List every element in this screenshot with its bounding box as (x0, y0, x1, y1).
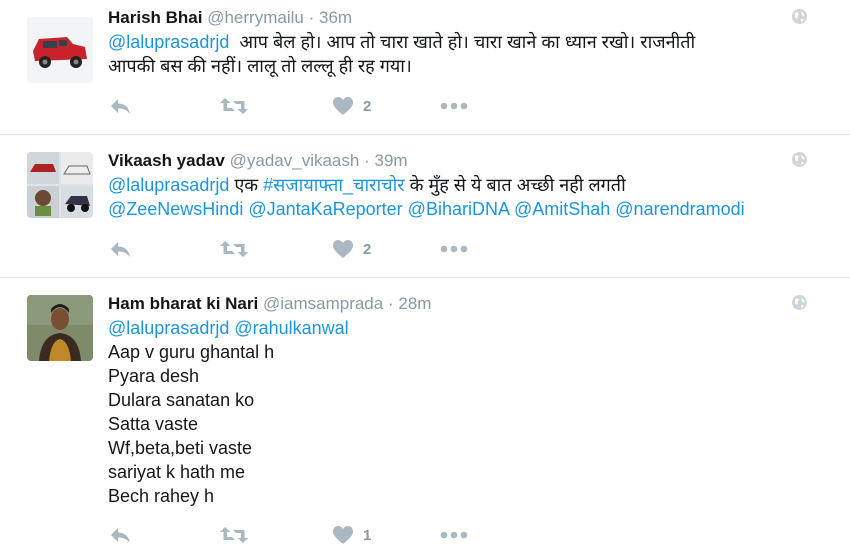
reply-button[interactable] (108, 95, 132, 117)
username[interactable]: @herrymailu (207, 8, 304, 27)
mention-link[interactable]: @laluprasadrjd @rahulkanwal (108, 318, 349, 338)
tweet-text-line: Pyara desh (108, 364, 349, 388)
reply-button[interactable] (108, 524, 132, 546)
mention-link[interactable]: #सजायाफ्ता_चाराचोर (263, 175, 405, 195)
like-button[interactable]: 2 (332, 95, 371, 117)
tweet-text-line: आपकी बस की नहीं। लालू तो लल्लू ही रह गया… (108, 54, 695, 78)
display-name[interactable]: Ham bharat ki Nari (108, 294, 258, 313)
heart-icon (332, 239, 354, 259)
timestamp[interactable]: 28m (398, 294, 431, 313)
tweet-text-line: Satta vaste (108, 412, 349, 436)
avatar[interactable] (27, 17, 93, 83)
tweet-text-segment: Bech rahey h (108, 486, 215, 506)
retweet-button[interactable] (219, 95, 249, 117)
avatar[interactable] (27, 152, 93, 218)
tweet-text-segment: के मुँह से ये बात अच्छी नही लगती (404, 175, 626, 195)
tweet-text-line: Dulara sanatan ko (108, 388, 349, 412)
tweet-text: @laluprasadrjd एक #सजायाफ्ता_चाराचोर के … (108, 173, 745, 221)
like-button[interactable]: 2 (332, 238, 371, 260)
reply-button[interactable] (108, 238, 132, 260)
retweet-icon (219, 525, 249, 545)
mention-link[interactable]: @laluprasadrjd (108, 32, 229, 52)
tweet-text-line: @laluprasadrjd आप बेल हो। आप तो चारा खात… (108, 30, 695, 54)
more-button[interactable] (440, 524, 468, 546)
tweet-text-line: Aap v guru ghantal h (108, 340, 349, 364)
tweet-text-segment: आपकी बस की नहीं। लालू तो लल्लू ही रह गया… (108, 56, 412, 76)
tweet-header: Ham bharat ki Nari @iamsamprada · 28m (108, 293, 431, 315)
retweet-button[interactable] (219, 238, 249, 260)
tweet-header: Vikaash yadav @yadav_vikaash · 39m (108, 150, 408, 172)
tweet-text-segment: Dulara sanatan ko (108, 390, 255, 410)
reply-icon (108, 525, 132, 545)
like-button[interactable]: 1 (332, 524, 371, 546)
retweet-icon (219, 96, 249, 116)
divider (0, 134, 850, 135)
tweet-text-segment: आप बेल हो। आप तो चारा खाते हो। चारा खाने… (229, 32, 696, 52)
separator-dot: · (364, 151, 370, 170)
tweet-text-segment: Wf,beta,beti vaste (108, 438, 253, 458)
tweet-text-line: Wf,beta,beti vaste (108, 436, 349, 460)
tweet-text-line: @laluprasadrjd @rahulkanwal (108, 316, 349, 340)
tweet-text-segment: sariyat k hath me (108, 462, 246, 482)
tweet-header: Harish Bhai @herrymailu · 36m (108, 7, 352, 29)
username[interactable]: @iamsamprada (263, 294, 383, 313)
tweet-text-segment: Satta vaste (108, 414, 199, 434)
heart-icon (332, 525, 354, 545)
avatar[interactable] (27, 295, 93, 361)
tweet-card[interactable]: Ham bharat ki Nari @iamsamprada · 28m @l… (0, 293, 850, 544)
timestamp[interactable]: 39m (374, 151, 407, 170)
display-name[interactable]: Vikaash yadav (108, 151, 225, 170)
username[interactable]: @yadav_vikaash (230, 151, 360, 170)
timestamp[interactable]: 36m (319, 8, 352, 27)
like-count: 2 (363, 97, 372, 115)
reply-icon (108, 96, 132, 116)
globe-icon[interactable] (791, 294, 808, 311)
tweet-text-segment: Pyara desh (108, 366, 200, 386)
more-icon (440, 531, 468, 539)
more-button[interactable] (440, 95, 468, 117)
more-icon (440, 245, 468, 253)
globe-icon[interactable] (791, 8, 808, 25)
retweet-button[interactable] (219, 524, 249, 546)
tweet-card[interactable]: Vikaash yadav @yadav_vikaash · 39m @lalu… (0, 150, 850, 268)
more-button[interactable] (440, 238, 468, 260)
globe-icon[interactable] (791, 151, 808, 168)
tweet-text: @laluprasadrjd आप बेल हो। आप तो चारा खात… (108, 30, 695, 78)
tweet-text-segment: Aap v guru ghantal h (108, 342, 275, 362)
display-name[interactable]: Harish Bhai (108, 8, 202, 27)
reply-icon (108, 239, 132, 259)
tweet-text-segment: एक (229, 175, 264, 195)
tweet-text-line: @ZeeNewsHindi @JantaKaReporter @BihariDN… (108, 197, 745, 221)
heart-icon (332, 96, 354, 116)
tweet-text-line: @laluprasadrjd एक #सजायाफ्ता_चाराचोर के … (108, 173, 745, 197)
more-icon (440, 102, 468, 110)
tweet-text-line: Bech rahey h (108, 484, 349, 508)
like-count: 2 (363, 240, 372, 258)
tweet-card[interactable]: Harish Bhai @herrymailu · 36m @laluprasa… (0, 7, 850, 125)
separator-dot: · (387, 294, 394, 313)
separator-dot: · (308, 8, 315, 27)
retweet-icon (219, 239, 249, 259)
divider (0, 277, 850, 278)
tweet-text-line: sariyat k hath me (108, 460, 349, 484)
tweet-text: @laluprasadrjd @rahulkanwal Aap v guru gh… (108, 316, 349, 508)
mention-link[interactable]: @ZeeNewsHindi @JantaKaReporter @BihariDN… (108, 199, 745, 219)
like-count: 1 (363, 526, 372, 544)
mention-link[interactable]: @laluprasadrjd (108, 175, 229, 195)
